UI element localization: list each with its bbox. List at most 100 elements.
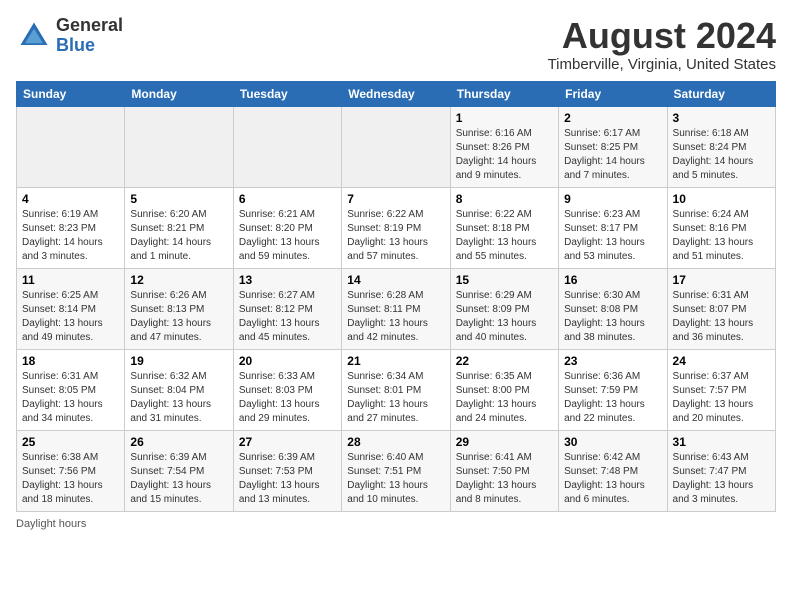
day-number: 7: [347, 192, 444, 206]
day-number: 12: [130, 273, 227, 287]
day-of-week-saturday: Saturday: [667, 81, 775, 106]
calendar-cell: 6 Sunrise: 6:21 AM Sunset: 8:20 PM Daylig…: [233, 187, 341, 268]
day-info: Sunrise: 6:31 AM Sunset: 8:07 PM Dayligh…: [673, 289, 770, 345]
day-of-week-thursday: Thursday: [450, 81, 558, 106]
week-row-2: 4 Sunrise: 6:19 AM Sunset: 8:23 PM Daylig…: [17, 187, 776, 268]
logo-blue: Blue: [56, 36, 123, 56]
day-number: 16: [564, 273, 661, 287]
day-number: 8: [456, 192, 553, 206]
day-info: Sunrise: 6:18 AM Sunset: 8:24 PM Dayligh…: [673, 127, 770, 183]
week-row-3: 11Sunrise: 6:25 AM Sunset: 8:14 PM Dayli…: [17, 268, 776, 349]
day-info: Sunrise: 6:30 AM Sunset: 8:08 PM Dayligh…: [564, 289, 661, 345]
calendar-cell: [125, 106, 233, 187]
day-number: 13: [239, 273, 336, 287]
day-info: Sunrise: 6:21 AM Sunset: 8:20 PM Dayligh…: [239, 208, 336, 264]
day-info: Sunrise: 6:43 AM Sunset: 7:47 PM Dayligh…: [673, 451, 770, 507]
week-row-4: 18Sunrise: 6:31 AM Sunset: 8:05 PM Dayli…: [17, 349, 776, 430]
calendar-cell: 21Sunrise: 6:34 AM Sunset: 8:01 PM Dayli…: [342, 349, 450, 430]
calendar-subtitle: Timberville, Virginia, United States: [548, 56, 776, 73]
logo-text: General Blue: [56, 16, 123, 56]
day-number: 15: [456, 273, 553, 287]
day-info: Sunrise: 6:23 AM Sunset: 8:17 PM Dayligh…: [564, 208, 661, 264]
day-info: Sunrise: 6:17 AM Sunset: 8:25 PM Dayligh…: [564, 127, 661, 183]
day-info: Sunrise: 6:35 AM Sunset: 8:00 PM Dayligh…: [456, 370, 553, 426]
calendar-cell: 12 Sunrise: 6:26 AM Sunset: 8:13 PM Dayli…: [125, 268, 233, 349]
day-number: 19: [130, 354, 227, 368]
calendar-cell: 13 Sunrise: 6:27 AM Sunset: 8:12 PM Dayli…: [233, 268, 341, 349]
logo-general: General: [56, 16, 123, 36]
calendar-cell: 22 Sunrise: 6:35 AM Sunset: 8:00 PM Dayli…: [450, 349, 558, 430]
calendar-cell: 19 Sunrise: 6:32 AM Sunset: 8:04 PM Dayli…: [125, 349, 233, 430]
day-info: Sunrise: 6:22 AM Sunset: 8:19 PM Dayligh…: [347, 208, 444, 264]
day-info: Sunrise: 6:32 AM Sunset: 8:04 PM Dayligh…: [130, 370, 227, 426]
calendar-cell: 31Sunrise: 6:43 AM Sunset: 7:47 PM Dayli…: [667, 430, 775, 511]
day-info: Sunrise: 6:33 AM Sunset: 8:03 PM Dayligh…: [239, 370, 336, 426]
day-number: 28: [347, 435, 444, 449]
calendar-cell: 20 Sunrise: 6:33 AM Sunset: 8:03 PM Dayli…: [233, 349, 341, 430]
day-info: Sunrise: 6:42 AM Sunset: 7:48 PM Dayligh…: [564, 451, 661, 507]
calendar-cell: 7 Sunrise: 6:22 AM Sunset: 8:19 PM Daylig…: [342, 187, 450, 268]
day-number: 27: [239, 435, 336, 449]
calendar-cell: 24Sunrise: 6:37 AM Sunset: 7:57 PM Dayli…: [667, 349, 775, 430]
calendar-cell: 29Sunrise: 6:41 AM Sunset: 7:50 PM Dayli…: [450, 430, 558, 511]
day-of-week-sunday: Sunday: [17, 81, 125, 106]
day-info: Sunrise: 6:29 AM Sunset: 8:09 PM Dayligh…: [456, 289, 553, 345]
week-row-5: 25Sunrise: 6:38 AM Sunset: 7:56 PM Dayli…: [17, 430, 776, 511]
day-info: Sunrise: 6:25 AM Sunset: 8:14 PM Dayligh…: [22, 289, 119, 345]
day-info: Sunrise: 6:27 AM Sunset: 8:12 PM Dayligh…: [239, 289, 336, 345]
day-number: 20: [239, 354, 336, 368]
footer: Daylight hours: [16, 518, 776, 530]
day-number: 24: [673, 354, 770, 368]
calendar-cell: 26 Sunrise: 6:39 AM Sunset: 7:54 PM Dayli…: [125, 430, 233, 511]
days-of-week-row: SundayMondayTuesdayWednesdayThursdayFrid…: [17, 81, 776, 106]
calendar-cell: 28Sunrise: 6:40 AM Sunset: 7:51 PM Dayli…: [342, 430, 450, 511]
calendar-cell: 9 Sunrise: 6:23 AM Sunset: 8:17 PM Daylig…: [559, 187, 667, 268]
calendar-title: August 2024: [548, 16, 776, 56]
day-number: 4: [22, 192, 119, 206]
calendar-cell: 25Sunrise: 6:38 AM Sunset: 7:56 PM Dayli…: [17, 430, 125, 511]
calendar-header: SundayMondayTuesdayWednesdayThursdayFrid…: [17, 81, 776, 106]
calendar-cell: 1 Sunrise: 6:16 AM Sunset: 8:26 PM Daylig…: [450, 106, 558, 187]
calendar-cell: 5 Sunrise: 6:20 AM Sunset: 8:21 PM Daylig…: [125, 187, 233, 268]
day-number: 25: [22, 435, 119, 449]
calendar-cell: 23Sunrise: 6:36 AM Sunset: 7:59 PM Dayli…: [559, 349, 667, 430]
day-number: 17: [673, 273, 770, 287]
calendar-cell: [17, 106, 125, 187]
day-of-week-tuesday: Tuesday: [233, 81, 341, 106]
day-number: 26: [130, 435, 227, 449]
day-number: 5: [130, 192, 227, 206]
day-info: Sunrise: 6:39 AM Sunset: 7:53 PM Dayligh…: [239, 451, 336, 507]
daylight-label: Daylight hours: [16, 518, 86, 530]
calendar-cell: 2Sunrise: 6:17 AM Sunset: 8:25 PM Daylig…: [559, 106, 667, 187]
day-info: Sunrise: 6:39 AM Sunset: 7:54 PM Dayligh…: [130, 451, 227, 507]
day-info: Sunrise: 6:20 AM Sunset: 8:21 PM Dayligh…: [130, 208, 227, 264]
day-info: Sunrise: 6:31 AM Sunset: 8:05 PM Dayligh…: [22, 370, 119, 426]
day-info: Sunrise: 6:41 AM Sunset: 7:50 PM Dayligh…: [456, 451, 553, 507]
week-row-1: 1 Sunrise: 6:16 AM Sunset: 8:26 PM Daylig…: [17, 106, 776, 187]
day-number: 3: [673, 111, 770, 125]
day-info: Sunrise: 6:26 AM Sunset: 8:13 PM Dayligh…: [130, 289, 227, 345]
title-block: August 2024 Timberville, Virginia, Unite…: [548, 16, 776, 73]
calendar-cell: 17 Sunrise: 6:31 AM Sunset: 8:07 PM Dayli…: [667, 268, 775, 349]
calendar-cell: [342, 106, 450, 187]
calendar-cell: 4 Sunrise: 6:19 AM Sunset: 8:23 PM Daylig…: [17, 187, 125, 268]
calendar-cell: 11Sunrise: 6:25 AM Sunset: 8:14 PM Dayli…: [17, 268, 125, 349]
day-number: 10: [673, 192, 770, 206]
calendar-cell: 27 Sunrise: 6:39 AM Sunset: 7:53 PM Dayli…: [233, 430, 341, 511]
calendar-cell: 15 Sunrise: 6:29 AM Sunset: 8:09 PM Dayli…: [450, 268, 558, 349]
calendar-cell: 8Sunrise: 6:22 AM Sunset: 8:18 PM Daylig…: [450, 187, 558, 268]
day-number: 23: [564, 354, 661, 368]
day-info: Sunrise: 6:19 AM Sunset: 8:23 PM Dayligh…: [22, 208, 119, 264]
day-number: 9: [564, 192, 661, 206]
page-header: General Blue August 2024 Timberville, Vi…: [16, 16, 776, 73]
day-number: 6: [239, 192, 336, 206]
logo: General Blue: [16, 16, 123, 56]
logo-icon: [16, 18, 52, 54]
calendar-cell: 30Sunrise: 6:42 AM Sunset: 7:48 PM Dayli…: [559, 430, 667, 511]
day-of-week-monday: Monday: [125, 81, 233, 106]
day-of-week-wednesday: Wednesday: [342, 81, 450, 106]
calendar-cell: 3 Sunrise: 6:18 AM Sunset: 8:24 PM Daylig…: [667, 106, 775, 187]
day-number: 22: [456, 354, 553, 368]
day-number: 1: [456, 111, 553, 125]
day-info: Sunrise: 6:16 AM Sunset: 8:26 PM Dayligh…: [456, 127, 553, 183]
